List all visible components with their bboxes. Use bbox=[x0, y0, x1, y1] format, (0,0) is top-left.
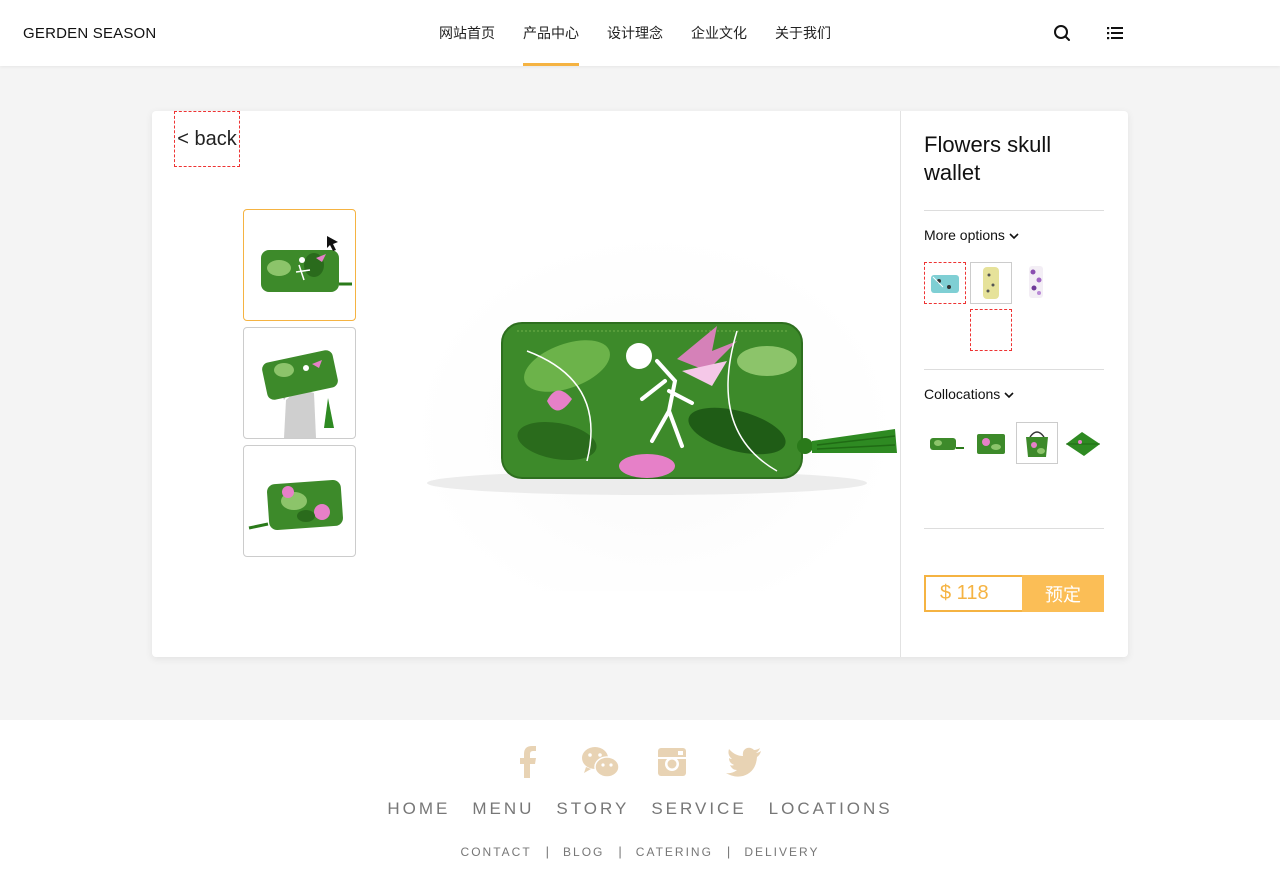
collocation-card-holder[interactable] bbox=[970, 422, 1012, 464]
nav-item-home[interactable]: 网站首页 bbox=[425, 0, 509, 66]
collocations-toggle[interactable]: Collocations bbox=[924, 386, 1014, 402]
list-menu-icon[interactable] bbox=[1104, 22, 1126, 44]
wallet-thumbnail-image bbox=[261, 236, 352, 292]
vertical-divider bbox=[900, 111, 901, 657]
more-options-toggle[interactable]: More options bbox=[924, 227, 1019, 243]
reserve-button[interactable]: 预定 bbox=[1022, 575, 1104, 612]
wallet-thumbnail-image bbox=[248, 480, 343, 530]
footer-separator: | bbox=[726, 844, 731, 859]
thumbnail-angle[interactable] bbox=[243, 445, 356, 557]
divider bbox=[924, 210, 1104, 211]
divider bbox=[924, 369, 1104, 370]
footer-menu: HOME MENU STORY SERVICE LOCATIONS bbox=[0, 799, 1280, 819]
instagram-icon[interactable] bbox=[652, 742, 692, 782]
back-button[interactable]: < back bbox=[174, 111, 240, 167]
footer-link-contact[interactable]: CONTACT bbox=[461, 845, 532, 859]
footer-link-service[interactable]: SERVICE bbox=[651, 799, 746, 819]
twitter-icon[interactable] bbox=[724, 742, 764, 782]
more-options-label: More options bbox=[924, 227, 1005, 243]
wechat-icon[interactable] bbox=[580, 742, 620, 782]
collocation-wallet-small[interactable] bbox=[924, 422, 966, 464]
footer-link-menu[interactable]: MENU bbox=[472, 799, 534, 819]
nav-item-culture[interactable]: 企业文化 bbox=[677, 0, 761, 66]
collocation-clutch[interactable] bbox=[1062, 422, 1104, 464]
nav-item-products[interactable]: 产品中心 bbox=[509, 0, 593, 66]
wallet-main-image bbox=[427, 322, 897, 495]
footer-link-delivery[interactable]: DELIVERY bbox=[744, 845, 819, 859]
nav-item-about[interactable]: 关于我们 bbox=[761, 0, 845, 66]
price-label: $ 118 bbox=[924, 575, 1022, 612]
chevron-down-icon bbox=[1009, 233, 1019, 240]
option-swatch-blue[interactable] bbox=[924, 262, 966, 304]
footer-separator: | bbox=[545, 844, 550, 859]
search-icon[interactable] bbox=[1051, 22, 1073, 44]
cursor-arrow-icon bbox=[327, 236, 338, 251]
collocation-tote-bag[interactable] bbox=[1016, 422, 1058, 464]
brand-logo[interactable]: GERDEN SEASON bbox=[23, 25, 156, 42]
option-swatch-empty[interactable] bbox=[970, 309, 1012, 351]
wallet-thumbnail-image bbox=[262, 350, 338, 438]
main-nav: 网站首页 产品中心 设计理念 企业文化 关于我们 bbox=[425, 0, 845, 66]
footer-link-home[interactable]: HOME bbox=[387, 799, 450, 819]
product-title: Flowers skull wallet bbox=[924, 132, 1052, 185]
option-swatch-floral[interactable] bbox=[1016, 262, 1058, 304]
site-footer: HOME MENU STORY SERVICE LOCATIONS CONTAC… bbox=[0, 720, 1280, 882]
facebook-icon[interactable] bbox=[508, 742, 548, 782]
thumbnail-front[interactable] bbox=[243, 209, 356, 321]
footer-link-blog[interactable]: BLOG bbox=[563, 845, 604, 859]
site-header: GERDEN SEASON 网站首页 产品中心 设计理念 企业文化 关于我们 bbox=[0, 0, 1280, 66]
footer-separator: | bbox=[618, 844, 622, 859]
main-product-image bbox=[407, 231, 902, 591]
option-swatch-yellow[interactable] bbox=[970, 262, 1012, 304]
footer-link-story[interactable]: STORY bbox=[556, 799, 629, 819]
footer-sub-links: CONTACT | BLOG | CATERING | DELIVERY bbox=[0, 844, 1280, 859]
footer-link-locations[interactable]: LOCATIONS bbox=[769, 799, 893, 819]
footer-link-catering[interactable]: CATERING bbox=[636, 845, 713, 859]
chevron-down-icon bbox=[1004, 392, 1014, 399]
collocations-label: Collocations bbox=[924, 386, 1001, 402]
product-card: < back Flowers skull wallet More options… bbox=[152, 111, 1128, 657]
price-reserve-group: $ 118 预定 bbox=[924, 575, 1104, 612]
thumbnail-in-hand[interactable] bbox=[243, 327, 356, 439]
nav-item-design[interactable]: 设计理念 bbox=[593, 0, 677, 66]
divider bbox=[924, 528, 1104, 529]
thumbnail-list bbox=[243, 209, 356, 563]
